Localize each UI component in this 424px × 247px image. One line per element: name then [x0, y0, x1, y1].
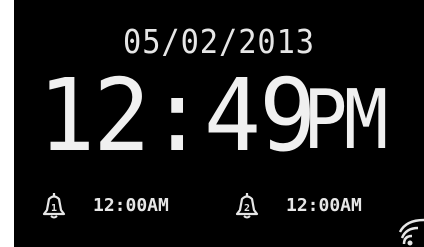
wifi-signal-icon: [398, 218, 424, 246]
time-digits: 12:49: [38, 57, 316, 174]
time-ampm: PM: [303, 73, 388, 168]
alarm-2-time: 12:00AM: [286, 194, 362, 216]
time-readout: 12:49 PM: [38, 66, 394, 166]
date-readout: 05/02/2013: [123, 22, 315, 61]
alarm-1: 1 12:00AM: [41, 190, 169, 220]
alarm-bell-icon: 2: [235, 193, 259, 219]
alarm-1-number: 1: [51, 203, 57, 214]
alarm-1-time: 12:00AM: [93, 194, 169, 216]
alarm-2-number: 2: [244, 203, 250, 214]
alarm-2: 2 12:00AM: [234, 190, 362, 220]
alarm-bell-icon: 1: [42, 193, 66, 219]
clock-display: 05/02/2013 12:49 PM 1 12:00AM 2 12:00AM: [14, 0, 424, 247]
